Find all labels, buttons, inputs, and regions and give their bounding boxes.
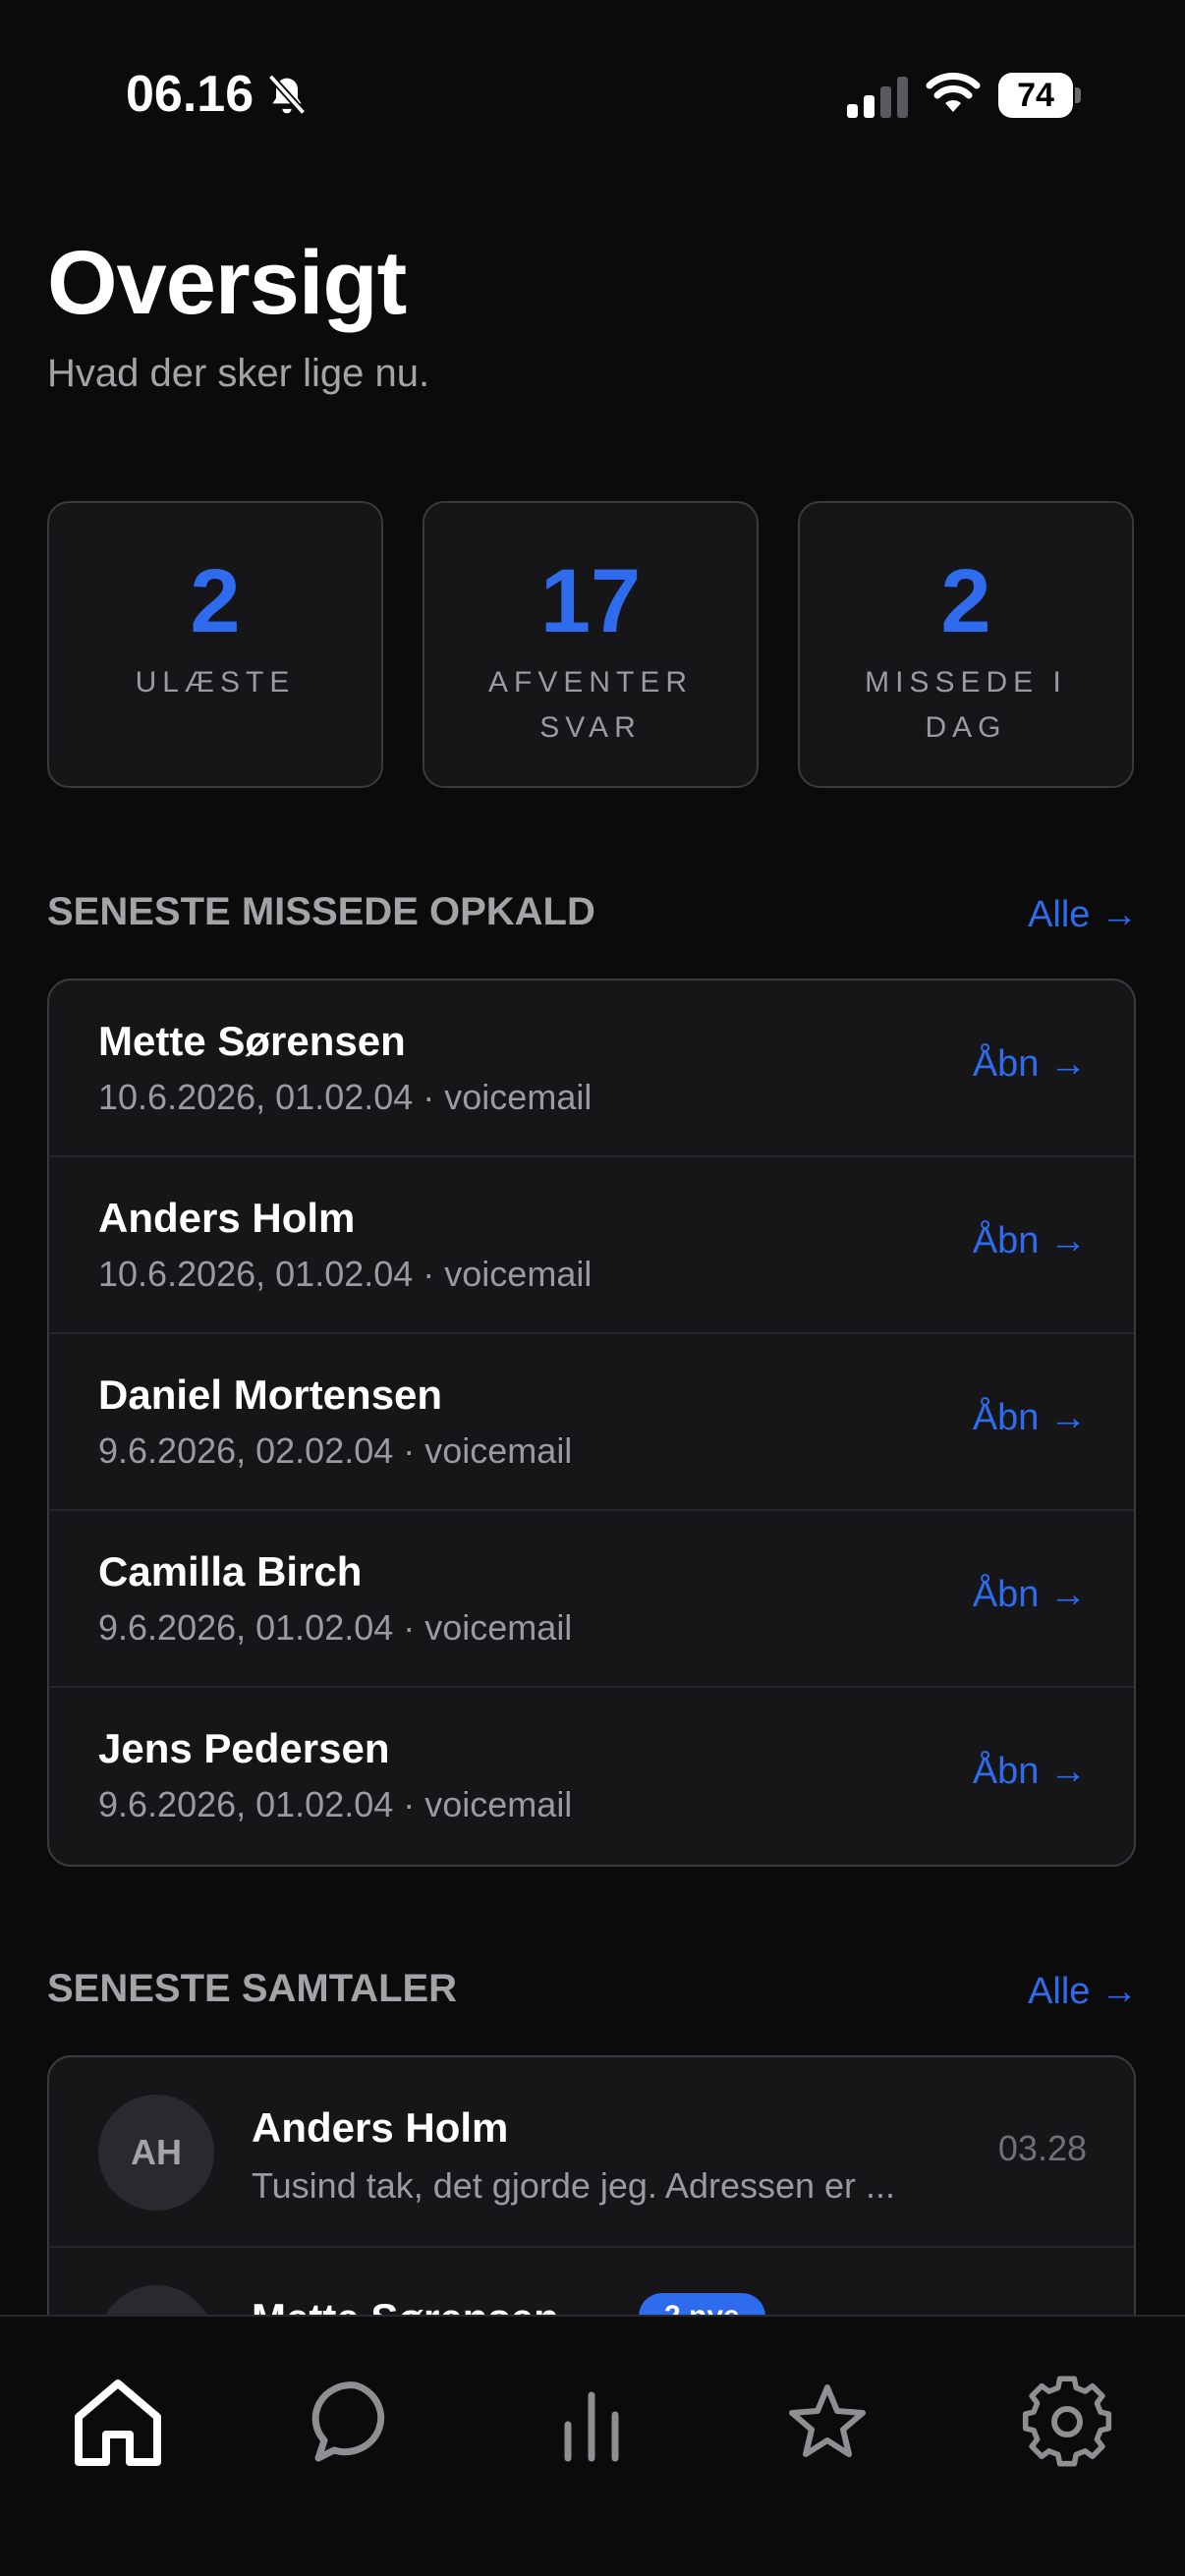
call-meta: 9.6.2026, 02.02.04 · voicemail [98,1430,573,1471]
status-time: 06.16 [126,66,254,123]
page-title: Oversigt [47,233,407,333]
conversation-time: 03.28 [997,2128,1087,2168]
tab-bar [0,2315,1185,2576]
chat-icon[interactable] [297,2368,415,2476]
caller-name: Mette Sørensen [98,1018,406,1064]
open-call-link[interactable]: Åbn → [973,1751,1087,1793]
bell-slash-icon [265,73,309,120]
missed-call-row[interactable]: Mette Sørensen 10.6.2026, 01.02.04 · voi… [49,980,1134,1157]
missed-call-row[interactable]: Anders Holm 10.6.2026, 01.02.04 · voicem… [49,1157,1134,1334]
conversations-all-link[interactable]: Alle → [1028,1971,1138,2013]
missed-calls-list: Mette Sørensen 10.6.2026, 01.02.04 · voi… [47,979,1136,1867]
conversation-name: Anders Holm [252,2104,509,2151]
signal-icon [847,77,908,118]
page-subtitle: Hvad der sker lige nu. [47,352,430,395]
stat-label: AFVENTER SVAR [487,666,694,744]
stat-value: 2 [190,551,241,651]
call-meta: 9.6.2026, 01.02.04 · voicemail [98,1784,573,1824]
home-icon[interactable] [59,2368,177,2476]
caller-name: Camilla Birch [98,1548,363,1595]
missed-call-row[interactable]: Daniel Mortensen 9.6.2026, 02.02.04 · vo… [49,1334,1134,1511]
missed-call-row[interactable]: Camilla Birch 9.6.2026, 01.02.04 · voice… [49,1511,1134,1688]
open-call-link[interactable]: Åbn → [973,1043,1087,1086]
missed-calls-all-link[interactable]: Alle → [1028,894,1138,936]
call-meta: 10.6.2026, 01.02.04 · voicemail [98,1254,592,1294]
stat-card-missed-today[interactable]: 2 MISSEDE I DAG [798,501,1134,788]
open-call-link[interactable]: Åbn → [973,1220,1087,1262]
caller-name: Anders Holm [98,1195,356,1241]
open-call-link[interactable]: Åbn → [973,1574,1087,1616]
conversations-title: SENESTE SAMTALER [47,1967,458,2010]
status-bar: 06.16 74 [0,0,1185,196]
battery-icon: 74 [998,73,1081,118]
stats-icon[interactable] [533,2368,650,2476]
settings-icon[interactable] [1008,2368,1126,2476]
call-meta: 9.6.2026, 01.02.04 · voicemail [98,1607,573,1648]
conversation-preview: Tusind tak, det gjorde jeg. Adressen er … [252,2165,896,2206]
battery-level: 74 [1017,77,1054,114]
call-meta: 10.6.2026, 01.02.04 · voicemail [98,1077,592,1117]
stat-label: MISSEDE I DAG [865,666,1067,744]
stat-card-unread[interactable]: 2 ULÆSTE [47,501,383,788]
open-call-link[interactable]: Åbn → [973,1397,1087,1439]
avatar: AH [98,2095,214,2211]
wifi-icon [926,73,981,116]
caller-name: Jens Pedersen [98,1725,390,1771]
missed-calls-title: SENESTE MISSEDE OPKALD [47,890,595,933]
caller-name: Daniel Mortensen [98,1372,443,1418]
stat-value: 17 [539,551,642,651]
stat-value: 2 [940,551,991,651]
star-icon[interactable] [768,2368,886,2476]
stat-card-awaiting-reply[interactable]: 17 AFVENTER SVAR [423,501,759,788]
conversation-row[interactable]: AH Anders Holm Tusind tak, det gjorde je… [49,2057,1134,2248]
stat-label: ULÆSTE [135,666,296,699]
missed-call-row[interactable]: Jens Pedersen 9.6.2026, 01.02.04 · voice… [49,1688,1134,1865]
